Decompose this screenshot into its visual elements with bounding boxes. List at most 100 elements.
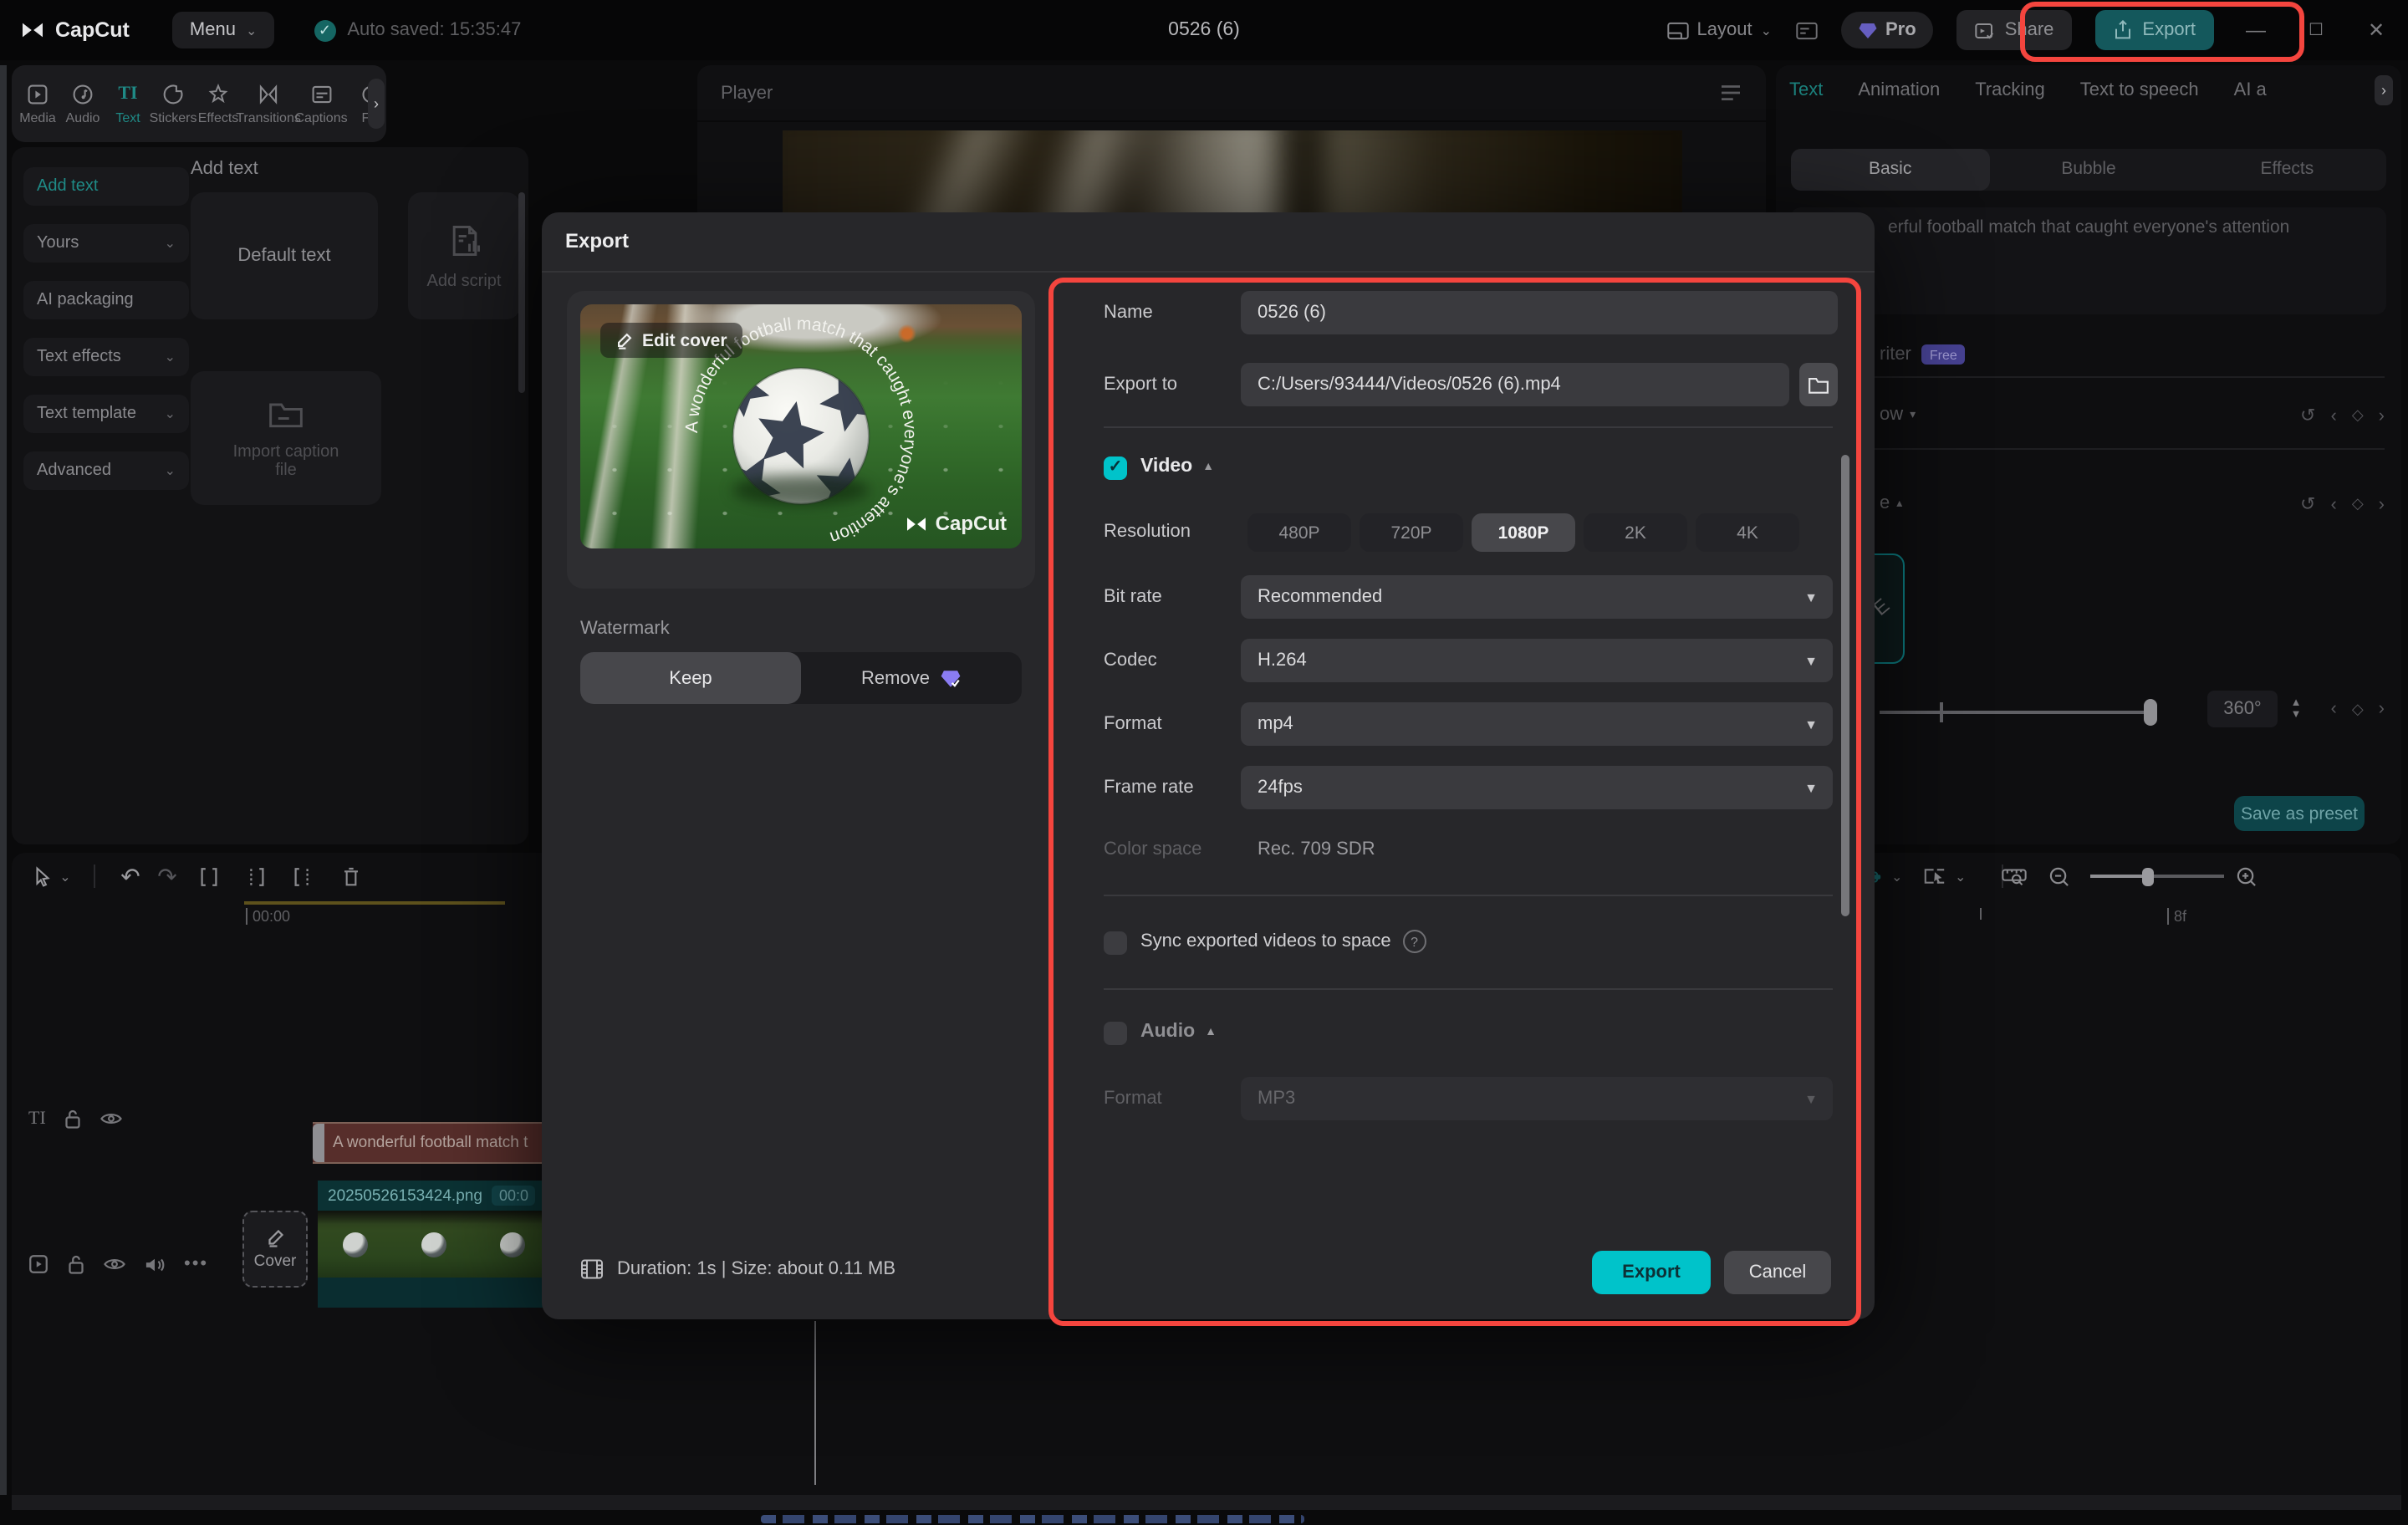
section-row-e[interactable]: e ▴ — [1880, 493, 1902, 513]
timeline-horizontal-scrollbar[interactable] — [12, 1495, 2401, 1510]
tool-text[interactable]: TI Text — [105, 82, 150, 125]
edit-cover-button[interactable]: Edit cover — [600, 323, 742, 358]
codec-select[interactable]: H.264 ▼ — [1241, 639, 1833, 682]
tool-audio[interactable]: Audio — [60, 82, 105, 125]
format-select[interactable]: mp4 ▼ — [1241, 702, 1833, 746]
help-icon[interactable]: ? — [1402, 930, 1426, 953]
resolution-2k[interactable]: 2K — [1584, 513, 1687, 552]
caption-text-input[interactable]: erful football match that caught everyon… — [1791, 207, 2386, 314]
tool-stickers[interactable]: Stickers — [150, 82, 196, 125]
redo-icon[interactable]: ↷ — [149, 853, 186, 900]
eye-icon[interactable] — [104, 1256, 125, 1273]
split-icon[interactable] — [186, 853, 232, 900]
resolution-1080p[interactable]: 1080P — [1472, 513, 1575, 552]
audio-checkbox[interactable] — [1104, 1022, 1127, 1045]
sidebar-item-yours[interactable]: Yours ⌄ — [23, 224, 189, 263]
import-caption-tile[interactable]: Import caption file — [191, 371, 381, 505]
dialog-scrollbar[interactable] — [1841, 455, 1849, 916]
menu-button[interactable]: Menu ⌄ — [172, 12, 274, 48]
tab-animation[interactable]: Animation — [1858, 80, 1940, 100]
tab-text[interactable]: Text — [1789, 80, 1823, 100]
eye-icon[interactable] — [100, 1110, 123, 1127]
zoom-out-icon[interactable] — [2048, 853, 2070, 900]
sidebar-item-add-text[interactable]: Add text — [23, 167, 189, 206]
tool-media[interactable]: Media — [15, 82, 60, 125]
undo-icon[interactable]: ↶ — [112, 853, 149, 900]
keyframe-prev-icon[interactable]: ‹ — [2330, 405, 2336, 426]
keyframe-next-icon[interactable]: › — [2379, 405, 2385, 426]
more-options-icon[interactable]: ••• — [184, 1254, 208, 1274]
stepper-up-icon[interactable]: ▲ — [2291, 697, 2302, 709]
lock-icon[interactable] — [67, 1254, 85, 1274]
slider-handle[interactable] — [2144, 699, 2157, 726]
save-as-preset-button[interactable]: Save as preset — [2234, 796, 2365, 831]
sidebar-item-text-template[interactable]: Text template ⌄ — [23, 395, 189, 433]
timeline-text-clip[interactable]: A wonderful football match t — [313, 1122, 555, 1164]
video-section-label[interactable]: Video ▲ — [1140, 456, 1214, 477]
ruler-zoom-icon[interactable] — [2002, 853, 2027, 900]
close-button[interactable]: ✕ — [2358, 18, 2395, 42]
timeline-zoom-slider[interactable] — [2090, 853, 2224, 900]
share-button[interactable]: Share — [1956, 10, 2073, 50]
keyframe-prev-icon[interactable]: ‹ — [2330, 494, 2336, 514]
reset-icon[interactable]: ↺ — [2300, 493, 2315, 515]
resolution-480p[interactable]: 480P — [1247, 513, 1351, 552]
video-checkbox[interactable]: ✓ — [1104, 456, 1127, 480]
chevron-down-icon[interactable]: ⌄ — [1891, 853, 1902, 900]
watermark-keep-option[interactable]: Keep — [580, 652, 801, 704]
panel-scrollbar[interactable] — [518, 192, 525, 393]
subtab-effects[interactable]: Effects — [2188, 149, 2386, 191]
chevron-down-icon[interactable]: ⌄ — [54, 853, 77, 900]
cover-button[interactable]: Cover — [242, 1211, 308, 1288]
export-confirm-button[interactable]: Export — [1592, 1251, 1711, 1294]
rotation-value-field[interactable]: 360° — [2207, 691, 2278, 727]
split-delete-left-icon[interactable] — [232, 853, 279, 900]
keyframe-prev-icon[interactable]: ‹ — [2330, 699, 2336, 719]
playhead[interactable] — [814, 1321, 816, 1485]
lock-icon[interactable] — [64, 1109, 83, 1129]
resolution-720p[interactable]: 720P — [1360, 513, 1463, 552]
tab-text-to-speech[interactable]: Text to speech — [2080, 80, 2199, 100]
delete-icon[interactable] — [326, 853, 376, 900]
split-delete-right-icon[interactable] — [279, 853, 326, 900]
select-tool-icon[interactable] — [32, 853, 54, 900]
tabs-scroll-next-button[interactable]: › — [2375, 75, 2393, 105]
reset-icon[interactable]: ↺ — [2300, 405, 2315, 426]
sync-checkbox[interactable] — [1104, 931, 1127, 955]
maximize-button[interactable]: ☐ — [2298, 21, 2334, 39]
browse-folder-button[interactable] — [1799, 363, 1838, 406]
tool-transitions[interactable]: Transitions — [236, 82, 301, 125]
name-input[interactable]: 0526 (6) — [1241, 291, 1838, 334]
sidebar-item-ai-packaging[interactable]: AI packaging — [23, 281, 189, 319]
keyframe-next-icon[interactable]: › — [2379, 494, 2385, 514]
ai-writer-row[interactable]: riter Free — [1880, 344, 1966, 365]
rotation-slider[interactable] — [1880, 699, 2157, 726]
tab-tracking[interactable]: Tracking — [1975, 80, 2045, 100]
default-text-tile[interactable]: Default text — [191, 192, 378, 319]
minimize-button[interactable]: — — [2237, 18, 2274, 42]
subtab-bubble[interactable]: Bubble — [1989, 149, 2187, 191]
pro-badge[interactable]: Pro — [1840, 12, 1933, 48]
audio-section-label[interactable]: Audio ▲ — [1140, 1022, 1217, 1042]
stepper-down-icon[interactable]: ▼ — [2291, 709, 2302, 721]
chevron-down-icon[interactable]: ⌄ — [1955, 853, 1966, 900]
clip-trim-handle[interactable] — [313, 1124, 324, 1162]
keyframe-diamond-icon[interactable]: ◇ — [2352, 495, 2364, 513]
export-button-top[interactable]: Export — [2095, 10, 2214, 50]
timeline-image-clip[interactable]: 20250526153424.png 00:0 — [318, 1181, 554, 1308]
tab-ai[interactable]: AI a — [2234, 80, 2267, 100]
player-options-icon[interactable] — [1719, 84, 1742, 102]
notes-panel-button[interactable] — [1795, 21, 1817, 39]
resolution-4k[interactable]: 4K — [1696, 513, 1799, 552]
tool-captions[interactable]: Captions — [294, 82, 348, 125]
add-script-tile[interactable]: Add script — [408, 192, 520, 319]
preview-snap-icon[interactable] — [1923, 853, 1946, 900]
keyframe-next-icon[interactable]: › — [2379, 699, 2385, 719]
tools-scroll-next-button[interactable]: › — [368, 79, 385, 129]
section-row-glow[interactable]: ow ▾ — [1880, 405, 1916, 425]
zoom-in-icon[interactable] — [2236, 853, 2258, 900]
cancel-button[interactable]: Cancel — [1724, 1251, 1831, 1294]
speaker-icon[interactable] — [144, 1255, 166, 1273]
export-path-input[interactable]: C:/Users/93444/Videos/0526 (6).mp4 — [1241, 363, 1789, 406]
tool-effects[interactable]: Effects — [196, 82, 241, 125]
